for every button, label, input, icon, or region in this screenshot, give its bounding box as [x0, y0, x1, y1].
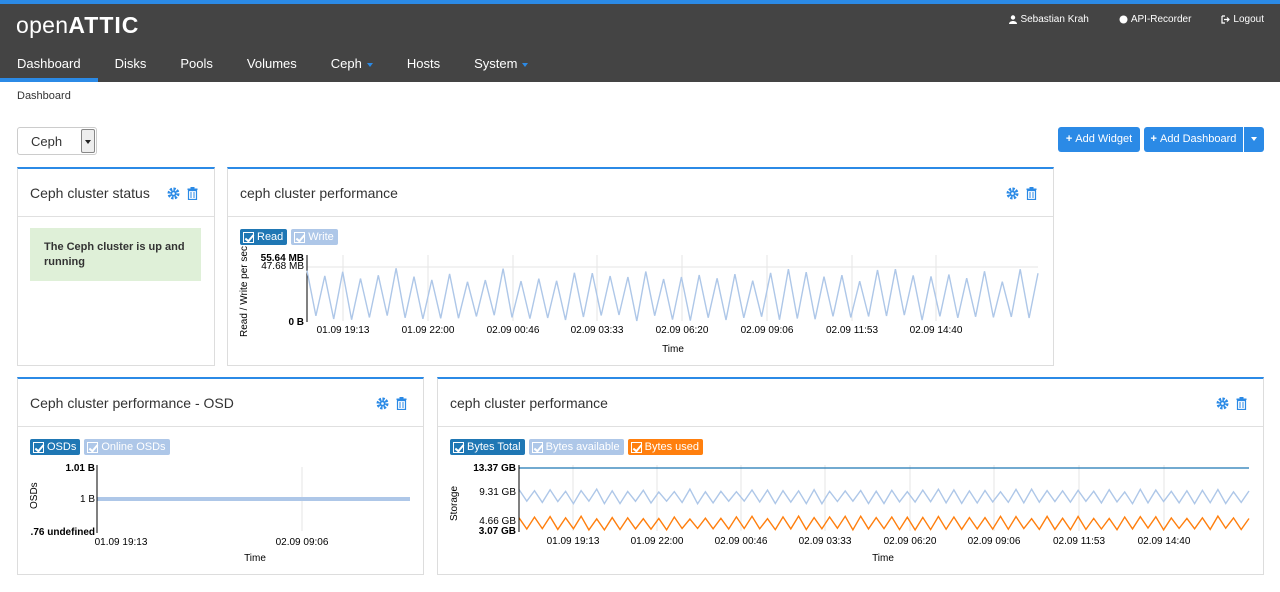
user-name: Sebastian Krah — [1020, 14, 1089, 25]
x-tick-label: 01.09 19:13 — [317, 325, 370, 336]
dashboard-select[interactable]: Ceph — [17, 127, 97, 155]
nav-dashboard[interactable]: Dashboard — [0, 50, 98, 82]
x-axis-label: Time — [662, 344, 684, 355]
widget-ceph-performance: ceph cluster performance Read Write 55.6… — [227, 167, 1054, 366]
widget-ceph-osd: Ceph cluster performance - OSD OSDs Onli… — [17, 377, 424, 575]
x-tick-label: 01.09 19:13 — [95, 537, 148, 548]
x-tick-label: 02.09 06:20 — [656, 325, 709, 336]
logo-attic: ATTIC — [68, 12, 140, 38]
widget-ceph-storage: ceph cluster performance Bytes Total Byt… — [437, 377, 1264, 575]
dropdown-arrow-icon[interactable] — [81, 129, 95, 153]
nav-ceph[interactable]: Ceph — [314, 50, 390, 82]
nav-volumes[interactable]: Volumes — [230, 50, 314, 82]
y-axis-label: Storage — [449, 486, 460, 521]
x-tick-label: 02.09 03:33 — [799, 536, 852, 547]
series-bytes-used-line — [518, 514, 1250, 532]
top-navbar: openATTIC Sebastian Krah API-Recorder Lo… — [0, 0, 1280, 82]
read-write-chart: 55.64 MB 47.68 MB 0 B Read / Write per s… — [239, 246, 1039, 355]
widget-actions — [167, 187, 200, 201]
plus-icon: + — [1065, 133, 1073, 145]
y-tick-label: 3.07 GB — [479, 526, 516, 537]
add-dashboard-label: Add Dashboard — [1159, 133, 1237, 145]
caret-down-icon — [522, 62, 529, 67]
openattic-logo[interactable]: openATTIC — [16, 12, 139, 39]
nav-hosts[interactable]: Hosts — [390, 50, 457, 82]
gear-icon[interactable] — [167, 187, 180, 200]
x-tick-label: 01.09 19:13 — [547, 536, 600, 547]
dashboard-select-value: Ceph — [31, 134, 63, 149]
logout-link[interactable]: Logout — [1221, 14, 1264, 25]
add-widget-button[interactable]: + Add Widget — [1058, 127, 1140, 152]
x-axis-label: Time — [244, 553, 266, 564]
x-tick-label: 02.09 11:53 — [1053, 536, 1106, 547]
api-recorder-label: API-Recorder — [1130, 14, 1192, 25]
plus-icon: + — [1150, 133, 1157, 145]
x-tick-label: 02.09 00:46 — [487, 325, 540, 336]
y-tick-label: 9.31 GB — [479, 487, 516, 498]
nav-disks[interactable]: Disks — [98, 50, 164, 82]
logout-label: Logout — [1233, 14, 1264, 25]
x-axis-label: Time — [872, 553, 894, 564]
record-icon — [1119, 15, 1128, 24]
user-icon — [1009, 15, 1018, 24]
logo-open: open — [16, 12, 69, 38]
nav-system[interactable]: System — [457, 50, 545, 82]
y-tick-label: 1.01 B — [66, 463, 95, 474]
x-tick-label: 02.09 14:40 — [910, 325, 963, 336]
nav-ceph-label: Ceph — [330, 56, 362, 71]
y-tick-label: 47.68 MB — [261, 261, 304, 272]
caret-down-icon — [366, 62, 373, 67]
x-tick-label: 02.09 14:40 — [1138, 536, 1191, 547]
add-widget-label: Add Widget — [1075, 133, 1133, 145]
y-tick-label: 13.37 GB — [473, 463, 516, 474]
widget-divider — [18, 216, 214, 217]
add-dashboard-button[interactable]: + Add Dashboard — [1144, 127, 1243, 152]
add-dashboard-dropdown[interactable] — [1244, 127, 1264, 152]
widget-title: Ceph cluster status — [30, 185, 150, 201]
caret-down-icon — [1251, 137, 1257, 142]
logout-icon — [1221, 15, 1231, 24]
x-tick-label: 02.09 11:53 — [826, 325, 879, 336]
user-menu[interactable]: Sebastian Krah — [1009, 14, 1089, 25]
x-tick-label: 01.09 22:00 — [631, 536, 684, 547]
x-tick-label: 02.09 06:20 — [884, 536, 937, 547]
x-tick-label: 02.09 09:06 — [276, 537, 329, 548]
series-bytes-available-line — [518, 487, 1250, 506]
x-tick-label: 02.09 09:06 — [741, 325, 794, 336]
series-read-line — [306, 268, 1039, 322]
x-tick-label: 02.09 00:46 — [715, 536, 768, 547]
x-tick-label: 01.09 22:00 — [402, 325, 455, 336]
nav-pools[interactable]: Pools — [163, 50, 230, 82]
x-tick-label: 02.09 09:06 — [968, 536, 1021, 547]
main-nav: Dashboard Disks Pools Volumes Ceph Hosts… — [0, 50, 545, 82]
y-axis-label: Read / Write per sec — [239, 246, 250, 337]
y-tick-label: 0 B — [288, 317, 304, 328]
widget-ceph-status: Ceph cluster status The Ceph cluster is … — [17, 167, 215, 366]
breadcrumb[interactable]: Dashboard — [17, 90, 71, 102]
user-links: Sebastian Krah API-Recorder Logout — [1009, 14, 1264, 25]
y-tick-label: 1 B — [80, 494, 95, 505]
osd-chart: 1.01 B 1 B .76 undefined OSDs 01.09 19:1… — [29, 463, 410, 564]
y-tick-label: .76 undefined — [31, 527, 95, 538]
y-axis-label: OSDs — [29, 482, 40, 509]
api-recorder-link[interactable]: API-Recorder — [1119, 14, 1192, 25]
storage-chart: 13.37 GB 9.31 GB 4.66 GB 3.07 GB Storage… — [449, 463, 1250, 564]
nav-system-label: System — [474, 56, 518, 71]
cluster-status-message: The Ceph cluster is up and running — [30, 228, 201, 281]
x-tick-label: 02.09 03:33 — [571, 325, 624, 336]
trash-icon[interactable] — [187, 187, 200, 201]
